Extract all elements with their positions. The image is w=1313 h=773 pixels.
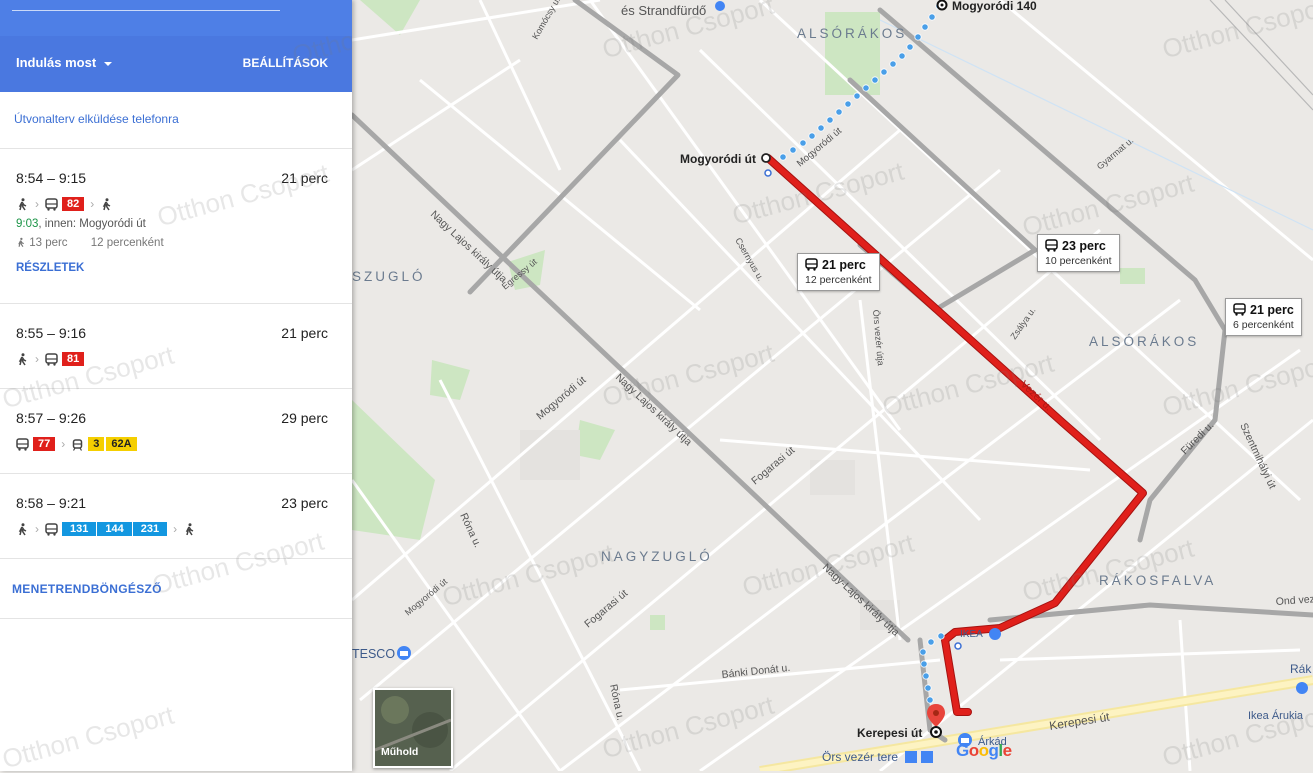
origin-label: Mogyoródi 140 xyxy=(952,0,1037,13)
send-to-phone-link[interactable]: Útvonalterv elküldése telefonra xyxy=(14,112,179,126)
route-option-1[interactable]: 8:54 – 9:15 21 perc › 82 › 9:03, innen: … xyxy=(16,170,336,300)
place-label: IKEA xyxy=(960,629,983,640)
line-badge: 131 xyxy=(62,522,97,536)
departure-info: 9:03, innen: Mogyoródi út xyxy=(16,218,146,230)
chevron-right-icon: › xyxy=(35,197,39,211)
chevron-right-icon: › xyxy=(173,522,178,536)
district-label: ALSÓRÁKOS xyxy=(1089,334,1199,349)
callout-duration: 23 perc xyxy=(1062,239,1106,254)
callout-duration: 21 perc xyxy=(822,258,866,273)
google-logo: Google xyxy=(956,741,1012,760)
stop-label: Mogyoródi út xyxy=(680,152,756,166)
details-link[interactable]: RÉSZLETEK xyxy=(16,262,84,274)
panel-header: Indulás most BEÁLLÍTÁSOK xyxy=(0,0,352,92)
route-duration: 21 perc xyxy=(281,170,328,186)
walk-icon xyxy=(16,522,29,536)
place-label: TESCO xyxy=(352,647,395,661)
bus-icon xyxy=(45,522,58,536)
district-label: ALSÓRÁKOS xyxy=(797,26,907,41)
route-duration: 23 perc xyxy=(281,495,328,511)
route-meta: 13 perc 12 percenként xyxy=(16,237,164,249)
origin-marker[interactable] xyxy=(936,0,948,11)
route-callout-82[interactable]: 21 perc 12 percenként xyxy=(797,253,880,291)
route-steps: › 82 › xyxy=(16,196,113,212)
divider xyxy=(0,388,352,389)
divider xyxy=(0,558,352,559)
tram-icon xyxy=(71,438,84,451)
route-duration: 29 perc xyxy=(281,410,328,426)
district-label: RÁKOSFALVA xyxy=(1099,573,1216,588)
timetable-browser-link[interactable]: MENETRENDBÖNGÉSZŐ xyxy=(12,582,162,596)
route-option-4[interactable]: 8:58 – 9:21 23 perc › 131 144 231 › xyxy=(16,495,336,555)
street-label: Ond vezér xyxy=(1275,593,1313,608)
chevron-right-icon: › xyxy=(61,437,66,451)
bus-icon xyxy=(45,352,58,366)
destination-label: Kerepesi út xyxy=(857,726,922,740)
departure-dropdown[interactable]: Indulás most xyxy=(16,55,113,70)
departure-time: 9:03 xyxy=(16,218,39,230)
route-times: 8:57 – 9:26 xyxy=(16,410,87,426)
chevron-right-icon: › xyxy=(90,197,95,211)
destination-bar xyxy=(0,0,352,36)
satellite-toggle[interactable]: Műhold xyxy=(373,688,453,768)
caret-down-icon xyxy=(104,61,113,66)
walk-icon xyxy=(100,197,113,211)
divider xyxy=(0,148,352,149)
route-times: 8:58 – 9:21 xyxy=(16,495,87,511)
district-label: NAGYZUGLÓ xyxy=(601,549,713,564)
bus-icon xyxy=(805,258,818,274)
place-label: Ikea Árukia xyxy=(1248,709,1304,722)
line-badge: 3 xyxy=(88,437,105,451)
divider xyxy=(0,303,352,304)
route-steps: › 131 144 231 › xyxy=(16,521,196,537)
route-times: 8:54 – 9:15 xyxy=(16,170,87,186)
walk-duration: 13 perc xyxy=(29,237,68,249)
place-label: Rák xyxy=(1290,662,1312,676)
walk-icon xyxy=(183,522,196,536)
chevron-right-icon: › xyxy=(35,522,39,536)
callout-duration: 21 perc xyxy=(1250,303,1294,318)
bus-icon xyxy=(1233,303,1246,319)
line-badge: 231 xyxy=(132,522,168,536)
divider xyxy=(0,473,352,474)
callout-frequency: 6 percenként xyxy=(1233,319,1294,331)
district-label: SZUGLÓ xyxy=(352,269,426,284)
route-callout-alt1[interactable]: 23 perc 10 percenként xyxy=(1037,234,1120,272)
settings-button[interactable]: BEÁLLÍTÁSOK xyxy=(243,56,328,70)
line-badge: 81 xyxy=(62,352,85,366)
bus-icon xyxy=(1045,239,1058,255)
walk-icon xyxy=(16,197,29,211)
callout-frequency: 12 percenként xyxy=(805,274,872,286)
departure-label: Indulás most xyxy=(16,55,97,70)
route-callout-alt2[interactable]: 21 perc 6 percenként xyxy=(1225,298,1302,336)
route-times: 8:55 – 9:16 xyxy=(16,325,87,341)
bus-icon xyxy=(45,197,58,211)
line-badge: 82 xyxy=(62,197,85,211)
place-label: és Strandfürdő xyxy=(621,3,706,18)
divider xyxy=(0,618,352,619)
line-badge: 144 xyxy=(97,522,132,536)
line-badge: 62A xyxy=(106,437,137,451)
bus-icon xyxy=(16,437,29,451)
route-steps: 77 › 3 62A xyxy=(16,436,137,452)
route-duration: 21 perc xyxy=(281,325,328,341)
route-option-2[interactable]: 8:55 – 9:16 21 perc › 81 xyxy=(16,325,336,385)
watermark: Otthon Csoport xyxy=(0,699,178,771)
satellite-label: Műhold xyxy=(381,746,419,758)
route-steps: › 81 xyxy=(16,351,85,367)
departure-from: , innen: Mogyoródi út xyxy=(38,218,146,230)
chevron-right-icon: › xyxy=(35,352,39,366)
walk-icon xyxy=(16,352,29,366)
callout-frequency: 10 percenként xyxy=(1045,255,1112,267)
walk-icon xyxy=(16,237,26,248)
directions-panel: Indulás most BEÁLLÍTÁSOK Útvonalterv elk… xyxy=(0,0,352,771)
route-frequency: 12 percenként xyxy=(90,237,164,249)
destination-underline xyxy=(12,10,280,11)
line-badge: 77 xyxy=(33,437,56,451)
place-label: Örs vezér tere xyxy=(822,750,898,764)
route-option-3[interactable]: 8:57 – 9:26 29 perc 77 › 3 62A xyxy=(16,410,336,470)
